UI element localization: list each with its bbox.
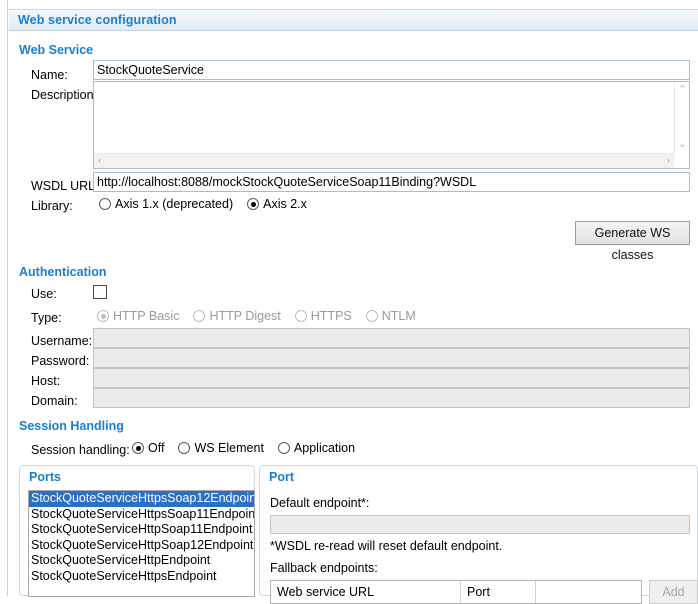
radio-label: Axis 2.x (263, 197, 307, 211)
scroll-left-icon[interactable]: ‹ (98, 156, 102, 167)
radio-label: Application (293, 441, 356, 455)
library-label: Library: (31, 199, 73, 213)
radio-icon (294, 310, 307, 322)
description-horizontal-scrollbar[interactable]: ‹ › (94, 153, 674, 168)
list-item[interactable]: StockQuoteServiceHttpSoap11Endpoint (29, 522, 254, 538)
password-input[interactable] (93, 348, 690, 368)
add-fallback-endpoint-button[interactable]: Add (649, 580, 698, 604)
window-titlebar: Web service configuration (9, 9, 698, 31)
domain-input[interactable] (93, 388, 690, 408)
radio-icon (178, 442, 191, 454)
window-top-strip (0, 0, 698, 9)
radio-label: HTTP Digest (209, 309, 281, 323)
auth-type-radio-group[interactable]: HTTP Basic HTTP Digest HTTPS NTLM (97, 309, 430, 323)
session-handling-radio-group[interactable]: Off WS Element Application (132, 441, 369, 455)
generate-ws-classes-button[interactable]: Generate WS classes (575, 221, 690, 262)
radio-label: HTTP Basic (113, 309, 180, 323)
content-area: Web Service Name: Description: ⌃ ⌄ ‹ › W… (9, 31, 698, 604)
radio-axis-2x[interactable]: Axis 2.x (247, 197, 307, 211)
radio-icon (193, 310, 206, 322)
radio-label: WS Element (194, 441, 264, 455)
username-input[interactable] (93, 328, 690, 348)
scroll-right-icon[interactable]: › (666, 156, 670, 167)
fallback-endpoints-table[interactable]: Web service URL Port (270, 580, 642, 604)
host-input[interactable] (93, 368, 690, 388)
wsdl-url-label: WSDL URL: (31, 179, 99, 193)
type-label: Type: (31, 311, 62, 325)
fallback-endpoints-label: Fallback endpoints: (270, 561, 378, 575)
section-title-session-handling: Session Handling (19, 419, 124, 433)
section-title-web-service: Web Service (19, 43, 94, 57)
username-label: Username: (31, 334, 93, 348)
scroll-down-icon[interactable]: ⌄ (678, 139, 687, 150)
web-service-configuration-window: Web service configuration Web Service Na… (0, 0, 698, 604)
wsdl-url-input[interactable] (93, 172, 690, 192)
window-left-rail (0, 0, 8, 596)
port-groupbox: Port Default endpoint*: *WSDL re-read wi… (259, 465, 698, 604)
page-title: Web service configuration (18, 13, 177, 27)
radio-axis-1x[interactable]: Axis 1.x (deprecated) (99, 197, 233, 211)
column-header-web-service-url[interactable]: Web service URL (271, 581, 461, 603)
radio-icon (365, 310, 378, 322)
name-input[interactable] (93, 60, 690, 80)
radio-https[interactable]: HTTPS (294, 309, 352, 323)
radio-icon (247, 198, 260, 210)
list-item[interactable]: StockQuoteServiceHttpsSoap11Endpoint (29, 507, 254, 523)
scroll-up-icon[interactable]: ⌃ (678, 85, 687, 96)
list-item[interactable]: StockQuoteServiceHttpEndpoint (29, 553, 254, 569)
host-label: Host: (31, 374, 61, 388)
list-item[interactable]: StockQuoteServiceHttpSoap12Endpoint (29, 538, 254, 554)
domain-label: Domain: (31, 394, 78, 408)
radio-icon (97, 310, 109, 322)
name-label: Name: (31, 68, 68, 82)
description-vertical-scrollbar[interactable]: ⌃ ⌄ (674, 82, 689, 153)
scrollbar-corner (674, 153, 689, 168)
list-item[interactable]: StockQuoteServiceHttpsSoap12Endpoint (29, 491, 254, 507)
port-panel-title: Port (269, 470, 294, 484)
default-endpoint-input[interactable] (270, 515, 690, 534)
radio-icon (277, 442, 290, 454)
description-textarea[interactable] (94, 82, 673, 152)
password-label: Password: (31, 354, 90, 368)
use-authentication-checkbox[interactable] (93, 285, 107, 299)
library-radio-group[interactable]: Axis 1.x (deprecated) Axis 2.x (99, 197, 321, 211)
radio-session-application[interactable]: Application (277, 441, 356, 455)
radio-label: Off (148, 441, 165, 455)
radio-label: Axis 1.x (deprecated) (115, 197, 234, 211)
column-header-port[interactable]: Port (461, 581, 536, 603)
radio-http-basic[interactable]: HTTP Basic (97, 309, 179, 323)
radio-session-ws-element[interactable]: WS Element (178, 441, 264, 455)
radio-session-off[interactable]: Off (132, 441, 164, 455)
radio-label: NTLM (381, 309, 416, 323)
ports-panel-title: Ports (29, 470, 61, 484)
description-label: Description: (31, 88, 97, 102)
radio-icon (132, 442, 144, 454)
use-label: Use: (31, 287, 57, 301)
radio-http-digest[interactable]: HTTP Digest (193, 309, 281, 323)
radio-icon (99, 198, 111, 210)
radio-ntlm[interactable]: NTLM (365, 309, 416, 323)
description-field[interactable]: ⌃ ⌄ ‹ › (93, 81, 690, 169)
wsdl-reset-note: *WSDL re-read will reset default endpoin… (270, 539, 503, 553)
column-header-blank[interactable] (536, 581, 641, 603)
default-endpoint-label: Default endpoint*: (270, 496, 370, 510)
radio-label: HTTPS (310, 309, 352, 323)
list-item[interactable]: StockQuoteServiceHttpsEndpoint (29, 569, 254, 585)
session-handling-label: Session handling: (31, 443, 130, 457)
table-header-row: Web service URL Port (271, 581, 641, 603)
ports-groupbox: Ports StockQuoteServiceHttpsSoap12Endpoi… (19, 465, 255, 597)
section-title-authentication: Authentication (19, 265, 107, 279)
ports-listbox[interactable]: StockQuoteServiceHttpsSoap12Endpoint Sto… (28, 490, 255, 597)
